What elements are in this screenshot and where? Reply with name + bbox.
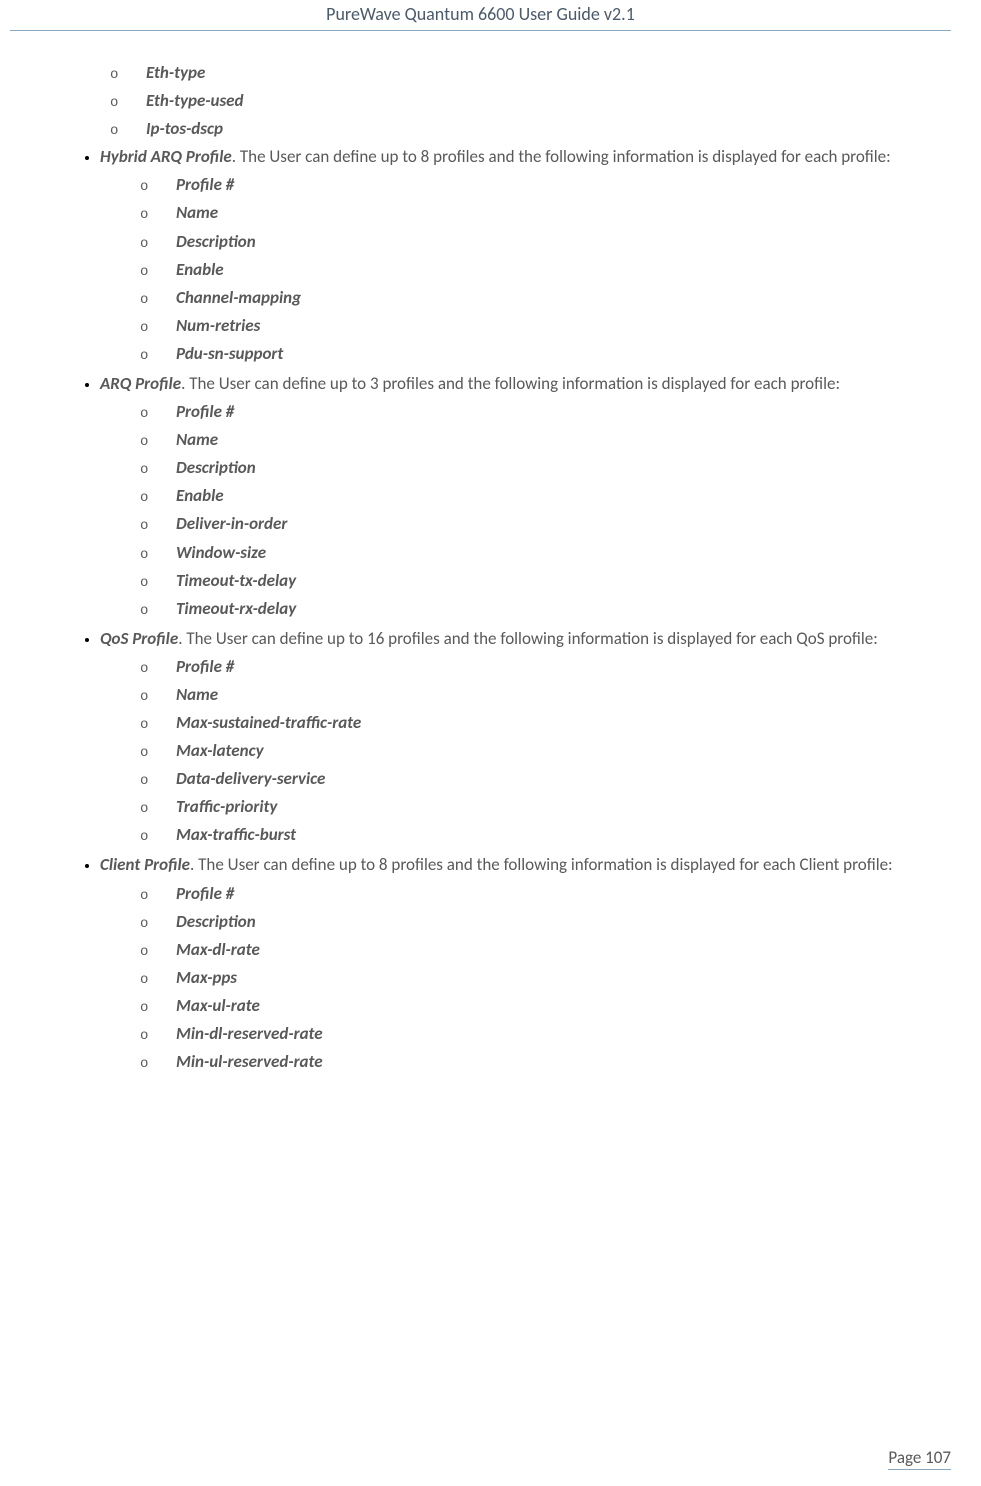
section-qos: QoS Profile. The User can define up to 1…: [100, 625, 941, 850]
list-item: Data-delivery-service: [140, 765, 941, 793]
section-title: ARQ Profile: [100, 373, 181, 394]
item-label: Min-dl-reserved-rate: [176, 1023, 323, 1044]
item-label: Enable: [176, 485, 224, 506]
item-label: Description: [176, 231, 256, 252]
list-item: Timeout-rx-delay: [140, 595, 941, 623]
section-desc: . The User can define up to 8 profiles a…: [232, 146, 891, 167]
item-label: Min-ul-reserved-rate: [176, 1051, 323, 1072]
item-label: Max-dl-rate: [176, 939, 260, 960]
list-item: Min-dl-reserved-rate: [140, 1020, 941, 1048]
list-item: Description: [140, 228, 941, 256]
list-item: Min-ul-reserved-rate: [140, 1048, 941, 1076]
list-item: Timeout-tx-delay: [140, 567, 941, 595]
list-item: Profile #: [140, 880, 941, 908]
item-label: Timeout-tx-delay: [176, 570, 296, 591]
item-label: Data-delivery-service: [176, 768, 325, 789]
item-label: Enable: [176, 259, 224, 280]
intro-list: Eth-type Eth-type-used Ip-tos-dscp: [70, 59, 941, 143]
item-label: Description: [176, 911, 256, 932]
list-item: Ip-tos-dscp: [110, 115, 941, 143]
section-title: QoS Profile: [100, 628, 178, 649]
item-label: Deliver-in-order: [176, 513, 287, 534]
item-label: Profile #: [176, 401, 234, 422]
item-label: Name: [176, 429, 218, 450]
list-item: Name: [140, 199, 941, 227]
section-hybrid-arq: Hybrid ARQ Profile. The User can define …: [100, 143, 941, 368]
item-label: Max-traffic-burst: [176, 824, 296, 845]
item-label: Eth-type-used: [146, 90, 243, 111]
list-item: Enable: [140, 256, 941, 284]
item-label: Ip-tos-dscp: [146, 118, 223, 139]
item-label: Profile #: [176, 174, 234, 195]
section-desc: . The User can define up to 16 profiles …: [178, 628, 878, 649]
item-label: Max-ul-rate: [176, 995, 260, 1016]
item-label: Pdu-sn-support: [176, 343, 283, 364]
list-item: Deliver-in-order: [140, 510, 941, 538]
list-item: Max-latency: [140, 737, 941, 765]
list-item: Eth-type: [110, 59, 941, 87]
item-label: Max-sustained-traffic-rate: [176, 712, 361, 733]
list-item: Max-dl-rate: [140, 936, 941, 964]
page-footer: Page 107: [888, 1447, 951, 1468]
list-item: Max-ul-rate: [140, 992, 941, 1020]
item-label: Channel-mapping: [176, 287, 301, 308]
page-header: PureWave Quantum 6600 User Guide v2.1: [10, 0, 951, 31]
item-label: Name: [176, 202, 218, 223]
list-item: Description: [140, 454, 941, 482]
section-arq: ARQ Profile. The User can define up to 3…: [100, 370, 941, 623]
header-title: PureWave Quantum 6600 User Guide v2.1: [326, 3, 635, 25]
item-label: Eth-type: [146, 62, 205, 83]
section-desc: . The User can define up to 3 profiles a…: [181, 373, 840, 394]
sub-list: Profile # Name Description Enable Channe…: [100, 171, 941, 368]
list-item: Profile #: [140, 398, 941, 426]
item-label: Window-size: [176, 542, 266, 563]
item-label: Num-retries: [176, 315, 260, 336]
item-label: Profile #: [176, 656, 234, 677]
list-item: Pdu-sn-support: [140, 340, 941, 368]
item-label: Name: [176, 684, 218, 705]
list-item: Eth-type-used: [110, 87, 941, 115]
sub-list: Profile # Name Max-sustained-traffic-rat…: [100, 653, 941, 850]
list-item: Channel-mapping: [140, 284, 941, 312]
page-content: Eth-type Eth-type-used Ip-tos-dscp Hybri…: [10, 59, 951, 1076]
sub-list: Profile # Description Max-dl-rate Max-pp…: [100, 880, 941, 1077]
section-title: Client Profile: [100, 854, 190, 875]
list-item: Max-sustained-traffic-rate: [140, 709, 941, 737]
sub-list: Profile # Name Description Enable Delive…: [100, 398, 941, 623]
list-item: Max-traffic-burst: [140, 821, 941, 849]
list-item: Profile #: [140, 171, 941, 199]
section-title: Hybrid ARQ Profile: [100, 146, 232, 167]
item-label: Profile #: [176, 883, 234, 904]
section-desc: . The User can define up to 8 profiles a…: [190, 854, 893, 875]
list-item: Name: [140, 681, 941, 709]
list-item: Window-size: [140, 539, 941, 567]
list-item: Traffic-priority: [140, 793, 941, 821]
section-client: Client Profile. The User can define up t…: [100, 851, 941, 1076]
list-item: Enable: [140, 482, 941, 510]
main-list: Hybrid ARQ Profile. The User can define …: [70, 143, 941, 1076]
item-label: Max-pps: [176, 967, 237, 988]
item-label: Max-latency: [176, 740, 264, 761]
list-item: Profile #: [140, 653, 941, 681]
item-label: Timeout-rx-delay: [176, 598, 296, 619]
list-item: Max-pps: [140, 964, 941, 992]
list-item: Num-retries: [140, 312, 941, 340]
list-item: Name: [140, 426, 941, 454]
list-item: Description: [140, 908, 941, 936]
page-number: Page 107: [888, 1447, 951, 1470]
item-label: Traffic-priority: [176, 796, 277, 817]
item-label: Description: [176, 457, 256, 478]
